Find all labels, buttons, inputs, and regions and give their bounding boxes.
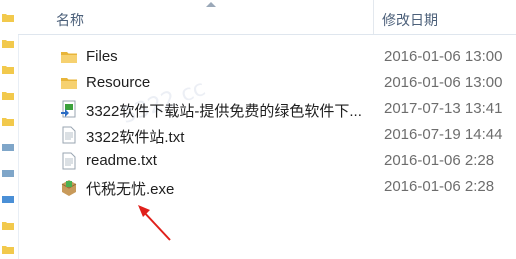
- nav-folder-icon[interactable]: [2, 38, 14, 48]
- column-divider[interactable]: [373, 0, 374, 34]
- nav-folder-icon[interactable]: [2, 12, 14, 22]
- file-modified-date: 2016-01-06 13:00: [384, 48, 503, 65]
- file-name: readme.txt: [86, 152, 157, 169]
- internet-shortcut-icon: [61, 100, 76, 118]
- file-name: Files: [86, 48, 118, 65]
- file-modified-date: 2017-07-13 13:41: [384, 100, 503, 117]
- file-name: 3322软件下载站-提供免费的绿色软件下...: [86, 103, 362, 120]
- file-row-url-shortcut[interactable]: 3322软件下载站-提供免费的绿色软件下... 2017-07-13 13:41: [58, 96, 516, 122]
- folder-icon: [61, 78, 77, 89]
- annotation-arrow-icon: [138, 205, 171, 241]
- column-header-bar: 名称 修改日期: [18, 0, 516, 35]
- file-row-resource[interactable]: Resource 2016-01-06 13:00: [58, 70, 516, 96]
- exe-app-icon: [61, 180, 77, 196]
- navigation-pane[interactable]: [0, 0, 19, 259]
- file-name: Resource: [86, 74, 151, 91]
- nav-folder-icon[interactable]: [2, 244, 14, 254]
- nav-drive-icon[interactable]: [2, 194, 14, 204]
- file-modified-date: 2016-01-06 2:28: [384, 152, 495, 169]
- file-modified-date: 2016-07-19 14:44: [384, 126, 503, 143]
- file-modified-date: 2016-01-06 2:28: [384, 178, 495, 195]
- nav-drive-icon[interactable]: [2, 142, 14, 152]
- nav-drive-icon[interactable]: [2, 168, 14, 178]
- file-explorer-window: 名称 修改日期 3322 cc Files 2016-01-06 13:00 R…: [0, 0, 516, 259]
- file-row-files[interactable]: Files 2016-01-06 13:00: [58, 44, 516, 70]
- sort-ascending-icon: [206, 2, 216, 7]
- nav-folder-icon[interactable]: [2, 64, 14, 74]
- text-file-icon: [62, 152, 76, 170]
- file-row-readme[interactable]: readme.txt 2016-01-06 2:28: [58, 148, 516, 174]
- text-file-icon: [62, 126, 76, 144]
- file-row-exe[interactable]: 代税无忧.exe 2016-01-06 2:28: [58, 174, 516, 200]
- file-list: Files 2016-01-06 13:00 Resource 2016-01-…: [58, 44, 516, 200]
- folder-icon: [61, 52, 77, 63]
- file-modified-date: 2016-01-06 13:00: [384, 74, 503, 91]
- nav-folder-icon[interactable]: [2, 116, 14, 126]
- column-header-name[interactable]: 名称: [56, 10, 84, 30]
- file-row-txt[interactable]: 3322软件站.txt 2016-07-19 14:44: [58, 122, 516, 148]
- file-name: 3322软件站.txt: [86, 129, 185, 146]
- column-header-date-modified[interactable]: 修改日期: [382, 10, 438, 30]
- file-name: 代税无忧.exe: [86, 181, 175, 198]
- nav-folder-icon[interactable]: [2, 220, 14, 230]
- nav-folder-icon[interactable]: [2, 90, 14, 100]
